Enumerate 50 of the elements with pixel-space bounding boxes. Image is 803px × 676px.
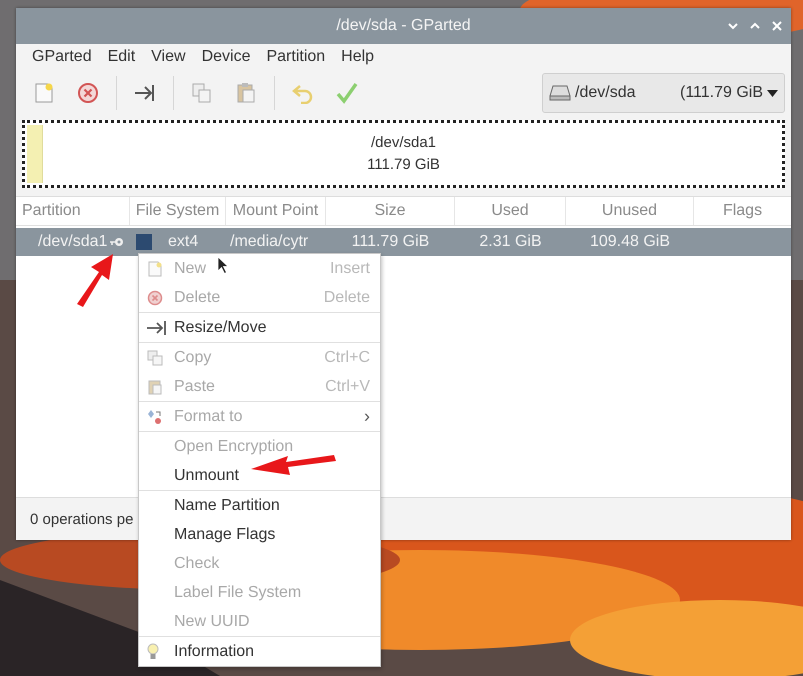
mouse-cursor-icon (217, 256, 229, 274)
close-icon[interactable] (771, 20, 783, 32)
table-cell: /dev/sda1 (38, 233, 108, 251)
context-menu-item[interactable]: Information (139, 637, 380, 666)
column-header[interactable]: Used (455, 197, 566, 225)
menu-item[interactable]: GParted (24, 48, 100, 66)
key-icon (110, 237, 124, 247)
context-menu-item[interactable]: Name Partition (139, 491, 380, 520)
menu-item[interactable]: Partition (258, 48, 334, 66)
context-menu-item[interactable]: Unmount (139, 461, 380, 490)
undo-icon (292, 82, 314, 104)
partition-graphic[interactable]: /dev/sda1 111.79 GiB (22, 120, 785, 188)
paste-icon (235, 82, 257, 104)
column-header[interactable]: Size (326, 197, 455, 225)
menu-item[interactable]: Device (194, 48, 258, 66)
resize-icon (134, 82, 156, 104)
drive-icon (549, 85, 571, 101)
table-cell: ext4 (168, 233, 198, 251)
column-header[interactable]: File System (130, 197, 226, 225)
copy-icon (191, 82, 213, 104)
column-header[interactable]: Partition (16, 197, 130, 225)
column-header[interactable]: Unused (566, 197, 694, 225)
context-menu-item[interactable]: Resize/Move (139, 313, 380, 342)
partition-label: /dev/sda1 (370, 133, 436, 153)
window-title: /dev/sda - GParted (336, 17, 471, 35)
delete-icon (147, 290, 163, 306)
table-cell: 2.31 GiB (479, 233, 542, 251)
menu-item[interactable]: View (143, 48, 194, 66)
table-cell: 111.79 GiB (352, 233, 430, 251)
paste-icon (147, 378, 163, 394)
new-icon (33, 82, 55, 104)
table-cell: 109.48 GiB (590, 233, 670, 251)
column-header[interactable]: Mount Point (226, 197, 326, 225)
menu-item[interactable]: Help (333, 48, 382, 66)
checkmark-icon (336, 82, 358, 104)
device-dropdown[interactable]: /dev/sda (111.79 GiB (542, 73, 785, 113)
lightbulb-icon (147, 643, 159, 660)
new-icon (147, 260, 163, 276)
delete-icon (77, 82, 99, 104)
dropdown-arrow-icon (767, 90, 778, 96)
context-menu-item[interactable]: Manage Flags (139, 520, 380, 549)
column-header[interactable]: Flags (694, 197, 791, 225)
format-icon (147, 408, 163, 424)
menu-item[interactable]: Edit (100, 48, 144, 66)
resize-icon (147, 320, 167, 336)
partition-size: 111.79 GiB (367, 155, 440, 175)
partition-row[interactable]: /dev/sda1 ext4 /media/cytr 111.79 GiB 2.31 GiB 109.48 GiB (16, 228, 791, 256)
copy-icon (147, 350, 163, 366)
status-text: 0 operations pe (30, 510, 134, 528)
table-cell: /media/cytr (230, 233, 308, 251)
